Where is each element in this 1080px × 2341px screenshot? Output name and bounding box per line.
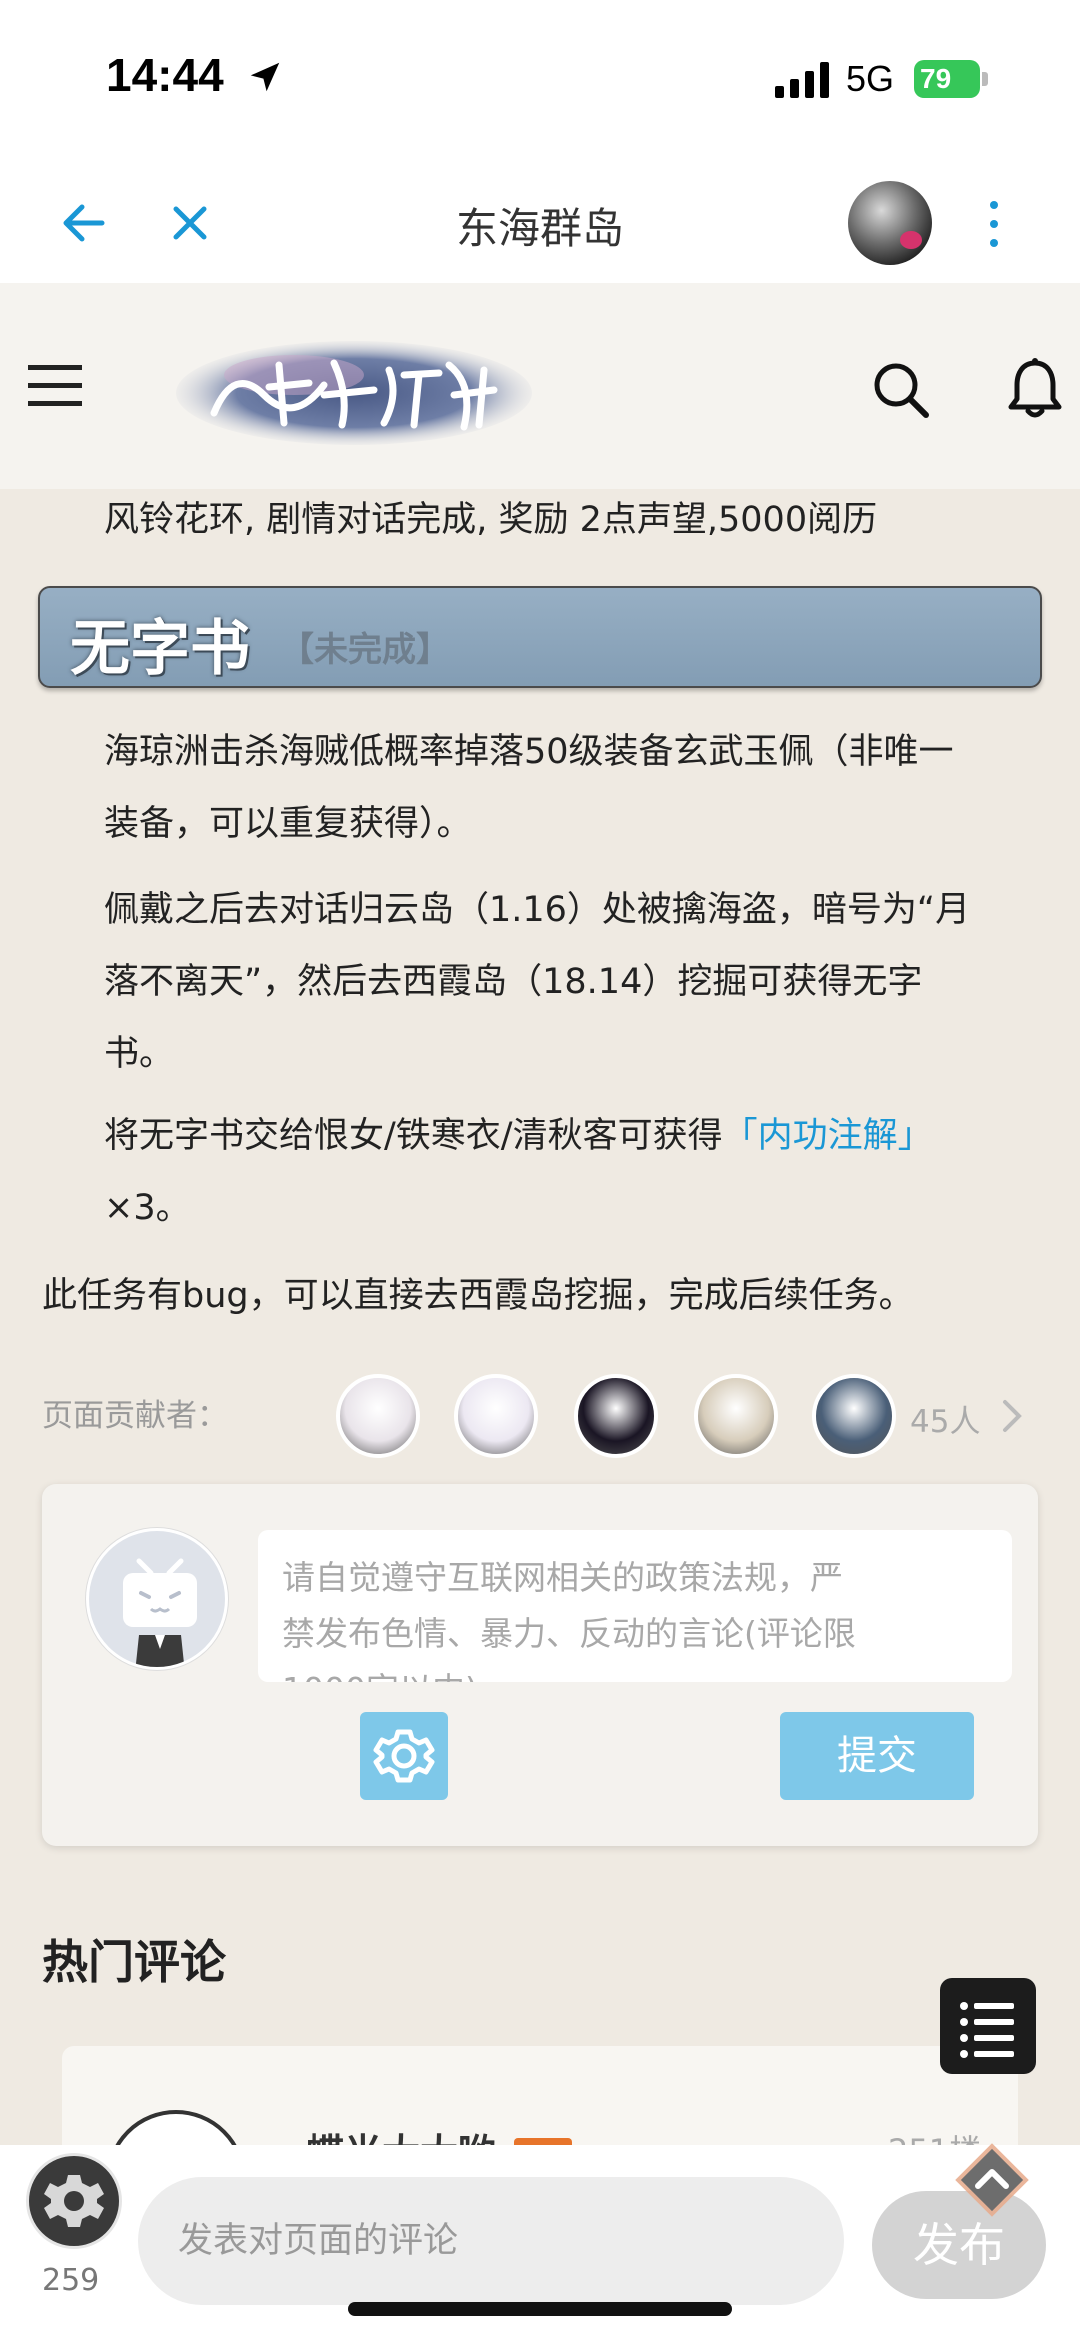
site-logo[interactable]	[174, 335, 534, 447]
text-line: 佩戴之后去对话归云岛（1.16）处被擒海盗，暗号为“月	[104, 890, 971, 930]
nav-header: 东海群岛	[0, 165, 1080, 283]
placeholder-line: 1000字以内)	[282, 1662, 988, 1682]
hot-comments-title: 热门评论	[42, 1935, 226, 1989]
comment-settings-button[interactable]	[360, 1712, 448, 1800]
contributor-avatar[interactable]	[574, 1374, 658, 1458]
bell-icon[interactable]	[1006, 357, 1064, 419]
comment-textarea[interactable]: 请自觉遵守互联网相关的政策法规，严 禁发布色情、暴力、反动的言论(评论限 100…	[258, 1530, 1012, 1682]
location-arrow-icon	[250, 62, 280, 92]
default-tv-avatar	[86, 1528, 228, 1670]
back-to-top-icon[interactable]	[944, 2132, 1040, 2228]
quest-paragraph-2: 佩戴之后去对话归云岛（1.16）处被擒海盗，暗号为“月 落不离天”，然后去西霞岛…	[104, 874, 970, 1090]
battery-icon: 79	[914, 60, 990, 98]
submit-button[interactable]: 提交	[780, 1712, 974, 1800]
more-vertical-icon[interactable]	[984, 199, 1004, 249]
gear-icon	[44, 2175, 104, 2227]
network-type: 5G	[846, 58, 895, 99]
battery-level: 79	[914, 60, 980, 98]
text-line: 落不离天”，然后去西霞岛（18.14）挖掘可获得无字	[104, 962, 923, 1002]
quest-paragraph-1: 海琼洲击杀海贼低概率掉落50级装备玄武玉佩（非唯一 装备，可以重复获得）。	[104, 716, 954, 860]
settings-button[interactable]	[26, 2153, 122, 2249]
section-title: 无字书	[70, 614, 250, 684]
site-header	[0, 283, 1080, 489]
text-line: ×3。	[104, 1188, 191, 1228]
previous-reward-line: 风铃花环, 剧情对话完成, 奖励 2点声望,5000阅历	[104, 500, 878, 540]
contributor-avatar[interactable]	[694, 1374, 778, 1458]
quest-paragraph-3: 将无字书交给恨女/铁寒衣/清秋客可获得「内功注解」 ×3。	[104, 1100, 933, 1244]
menu-icon[interactable]	[28, 363, 82, 407]
text-line: 书。	[104, 1034, 175, 1074]
section-header: 无字书 【未完成】	[38, 586, 1042, 688]
status-time: 14:44	[106, 49, 224, 101]
table-of-contents-button[interactable]	[940, 1978, 1036, 2074]
contributors-label: 页面贡献者：	[42, 1398, 228, 1434]
status-bar: 14:44 5G 79	[0, 0, 1080, 165]
quest-note: 此任务有bug，可以直接去西霞岛挖掘，完成后续任务。	[42, 1276, 914, 1316]
search-icon[interactable]	[872, 361, 930, 419]
contributor-avatar[interactable]	[812, 1374, 896, 1458]
page-comment-input[interactable]: 发表对页面的评论	[138, 2177, 844, 2305]
contributor-avatar[interactable]	[454, 1374, 538, 1458]
contributors-count[interactable]: 45人	[910, 1396, 980, 1441]
placeholder-line: 禁发布色情、暴力、反动的言论(评论限	[282, 1614, 856, 1653]
comment-composer: 请自觉遵守互联网相关的政策法规，严 禁发布色情、暴力、反动的言论(评论限 100…	[42, 1484, 1038, 1846]
contributor-avatar[interactable]	[336, 1374, 420, 1458]
item-link-neigong[interactable]: 「内功注解」	[723, 1116, 933, 1156]
comment-count: 259	[42, 2263, 100, 2298]
chevron-right-icon[interactable]	[1000, 1398, 1024, 1434]
text-line: 海琼洲击杀海贼低概率掉落50级装备玄武玉佩（非唯一	[104, 732, 954, 772]
section-status-tag: 【未完成】	[280, 630, 450, 670]
home-indicator	[348, 2302, 732, 2316]
list-icon	[960, 2002, 1014, 2058]
avatar[interactable]	[848, 181, 932, 265]
text-line: 装备，可以重复获得）。	[104, 804, 472, 844]
text-segment: 将无字书交给恨女/铁寒衣/清秋客可获得	[104, 1116, 723, 1156]
placeholder-line: 请自觉遵守互联网相关的政策法规，严	[282, 1558, 843, 1597]
gear-icon	[373, 1729, 435, 1783]
signal-icon	[775, 62, 829, 98]
